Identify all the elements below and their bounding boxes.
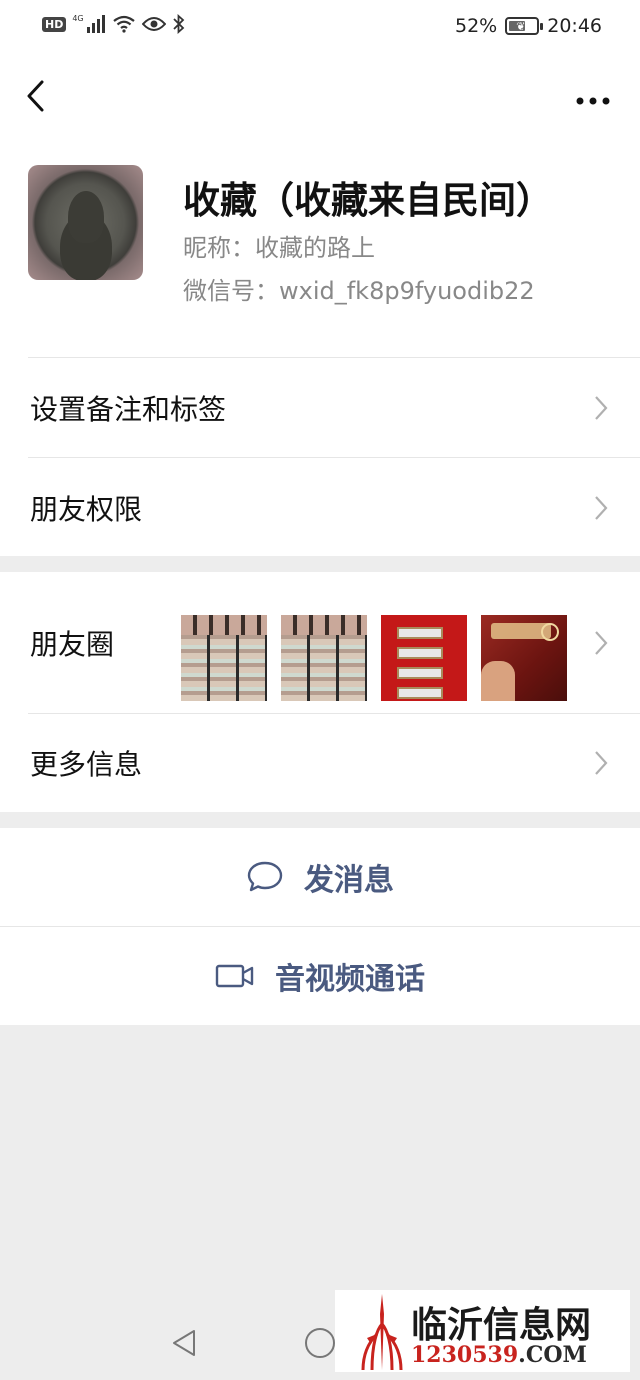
remark-tags-label: 设置备注和标签 bbox=[30, 392, 227, 426]
battery-icon: ❦ bbox=[505, 17, 544, 35]
remark-tags-row[interactable]: 设置备注和标签 bbox=[0, 358, 640, 457]
moments-photo bbox=[181, 615, 267, 701]
avatar[interactable] bbox=[28, 165, 143, 280]
network-type-label: 4G bbox=[72, 14, 84, 23]
moments-label: 朋友圈 bbox=[30, 627, 115, 661]
eye-icon bbox=[141, 17, 166, 31]
battery-percent: 52% bbox=[455, 15, 498, 37]
nav-bar bbox=[0, 54, 640, 140]
watermark: 临沂信息网 1230539.COM bbox=[335, 1290, 630, 1372]
profile-nickname: 昵称：收藏的路上 bbox=[183, 234, 375, 262]
watermark-title: 临沂信息网 bbox=[411, 1304, 592, 1346]
moments-photo bbox=[281, 615, 367, 701]
chevron-left-icon bbox=[27, 80, 44, 112]
chevron-right-icon bbox=[595, 395, 608, 420]
friend-permissions-row[interactable]: 朋友权限 bbox=[0, 458, 640, 557]
coin-portrait bbox=[68, 191, 104, 243]
wifi-icon bbox=[112, 15, 135, 33]
signal-icon bbox=[86, 15, 105, 33]
chevron-right-icon bbox=[595, 495, 608, 520]
bluetooth-icon bbox=[173, 14, 184, 34]
more-info-label: 更多信息 bbox=[30, 748, 143, 781]
profile-name: 收藏（收藏来自民间） bbox=[183, 179, 553, 222]
settings-section: 设置备注和标签 朋友权限 bbox=[0, 357, 640, 556]
moments-photo bbox=[381, 615, 467, 701]
status-bar: HD 4G 52% ❦ 20:46 bbox=[0, 0, 640, 54]
clock: 20:46 bbox=[547, 15, 602, 37]
watermark-url-number: 1230539 bbox=[411, 1342, 519, 1368]
video-call-label: 音视频通话 bbox=[275, 962, 425, 997]
status-left-icons: HD 4G bbox=[42, 14, 186, 34]
moments-thumbnails bbox=[181, 615, 567, 701]
more-button[interactable] bbox=[576, 88, 610, 110]
status-right: 52% ❦ 20:46 bbox=[455, 15, 602, 37]
nav-back-icon[interactable] bbox=[170, 1328, 198, 1358]
watermark-logo bbox=[361, 1294, 403, 1370]
moments-section: 朋友圈 更多信息 bbox=[0, 572, 640, 812]
watermark-url: 1230539.COM bbox=[411, 1342, 587, 1368]
chat-bubble-icon bbox=[247, 861, 283, 892]
more-dots-icon bbox=[576, 97, 610, 105]
profile-header: 收藏（收藏来自民间） 昵称：收藏的路上 微信号：wxid_fk8p9fyuodi… bbox=[0, 140, 640, 357]
more-info-row[interactable]: 更多信息 bbox=[0, 714, 640, 812]
leaf-icon: ❦ bbox=[516, 20, 526, 33]
friend-permissions-label: 朋友权限 bbox=[30, 492, 143, 526]
video-camera-icon bbox=[215, 964, 254, 988]
back-button[interactable] bbox=[22, 76, 52, 116]
watermark-url-suffix: .COM bbox=[518, 1342, 587, 1368]
video-call-button[interactable]: 音视频通话 bbox=[0, 927, 640, 1025]
chevron-right-icon bbox=[595, 751, 608, 775]
profile-wechat-id: 微信号：wxid_fk8p9fyuodib22 bbox=[183, 277, 535, 305]
send-message-button[interactable]: 发消息 bbox=[0, 828, 640, 926]
nav-home-icon[interactable] bbox=[305, 1328, 335, 1358]
hd-icon: HD bbox=[42, 16, 67, 32]
send-message-label: 发消息 bbox=[304, 863, 394, 898]
chevron-right-icon bbox=[595, 630, 608, 655]
moments-row[interactable]: 朋友圈 bbox=[0, 572, 640, 713]
moments-photo bbox=[481, 615, 567, 701]
